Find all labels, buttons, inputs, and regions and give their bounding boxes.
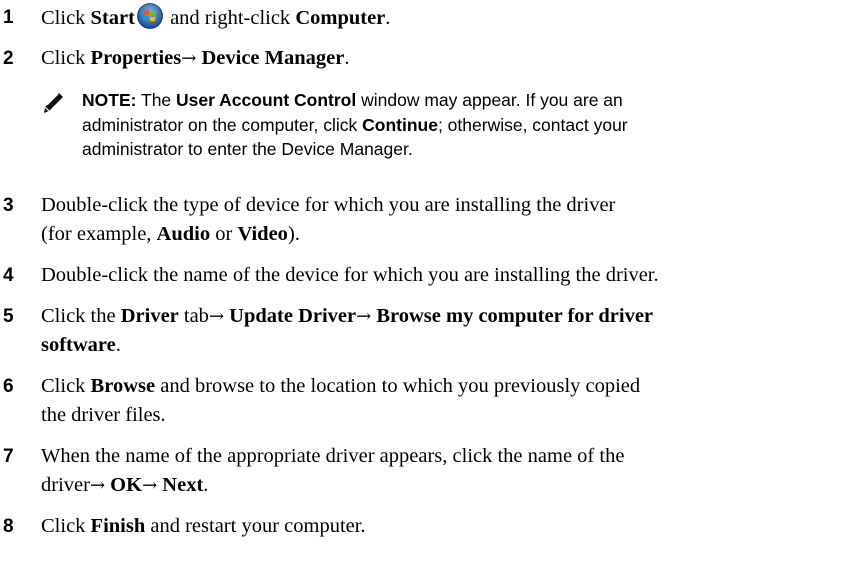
step-text: When the name of the appropriate driver … bbox=[41, 442, 841, 500]
step-text-segment: . bbox=[344, 47, 350, 69]
step-text-segment: . bbox=[203, 474, 209, 496]
note-text: NOTE: The User Account Control window ma… bbox=[82, 88, 822, 162]
step-number: 2 bbox=[3, 48, 14, 69]
step-text-segment: → bbox=[181, 48, 197, 69]
step-text-segment: Browse my computer for driver bbox=[376, 305, 654, 327]
step-text-segment: When the name of the appropriate driver … bbox=[41, 445, 625, 467]
step-text-segment: tab bbox=[178, 305, 209, 327]
windows-start-icon[interactable] bbox=[137, 3, 163, 29]
step-text-segment: → bbox=[356, 306, 372, 327]
step-text-segment: the driver files. bbox=[41, 404, 166, 426]
note-text-segment: NOTE: bbox=[82, 90, 137, 110]
step-text-segment: ). bbox=[287, 223, 300, 245]
step-text-segment: and right-click bbox=[164, 7, 296, 29]
step-text-segment: Properties bbox=[90, 47, 182, 69]
step-text-segment: Update Driver bbox=[229, 305, 357, 327]
step-text-segment: and browse to the location to which you … bbox=[155, 375, 641, 397]
step-number: 1 bbox=[3, 7, 14, 28]
note-text-segment: The bbox=[136, 90, 177, 110]
step-text-segment: → bbox=[208, 306, 225, 327]
step-text-segment: (for example, bbox=[41, 223, 157, 245]
step-text-segment: Click the bbox=[41, 305, 121, 327]
step-text-segment: OK bbox=[110, 474, 143, 496]
step-text-segment: Click bbox=[41, 375, 91, 397]
step-text-segment: Double-click the name of the device for … bbox=[41, 264, 659, 286]
step-text-segment: Computer bbox=[295, 7, 386, 29]
step-text: Click Start and right-click Computer. bbox=[41, 3, 841, 33]
step-text-segment: and restart your computer. bbox=[145, 515, 366, 537]
step-text-segment: Click bbox=[41, 7, 91, 29]
note-text-segment: window may appear. If you are an bbox=[356, 90, 623, 110]
step-text-segment: Click bbox=[41, 47, 91, 69]
step-text-segment: Next bbox=[162, 474, 204, 496]
step-text: Click the Driver tab→ Update Driver→ Bro… bbox=[41, 302, 841, 360]
instructions-document: 1 Click Start and right-click Computer. … bbox=[0, 0, 846, 566]
step-number: 7 bbox=[3, 446, 14, 467]
step-number: 3 bbox=[3, 195, 14, 216]
step-text-segment: Device Manager bbox=[201, 47, 345, 69]
note-text-segment: User Account Control bbox=[176, 90, 357, 110]
step-text-segment: Click bbox=[41, 515, 91, 537]
note-text-segment: Continue bbox=[362, 114, 438, 135]
step-text-segment: software bbox=[41, 334, 116, 356]
step-text-segment: Browse bbox=[90, 375, 156, 397]
step-number: 4 bbox=[3, 265, 14, 286]
step-text-segment: Video bbox=[237, 223, 288, 245]
step-text-segment: . bbox=[115, 334, 121, 356]
step-text-segment: . bbox=[385, 7, 391, 29]
step-text-segment: Double-click the type of device for whic… bbox=[41, 194, 616, 216]
step-text-segment: or bbox=[210, 223, 238, 245]
note-text-segment: ; otherwise, contact your bbox=[437, 114, 628, 135]
step-number: 8 bbox=[3, 516, 14, 537]
step-text: Double-click the type of device for whic… bbox=[41, 191, 841, 249]
step-text: Click Finish and restart your computer. bbox=[41, 512, 841, 541]
step-text-segment: → bbox=[89, 475, 106, 496]
step-text-segment: Start bbox=[90, 7, 135, 29]
step-text-segment: Finish bbox=[90, 515, 146, 537]
step-number: 5 bbox=[3, 306, 14, 327]
step-text-segment: driver bbox=[41, 474, 90, 496]
step-text-segment: Driver bbox=[120, 305, 179, 327]
step-text: Double-click the name of the device for … bbox=[41, 261, 841, 290]
step-text-segment: Audio bbox=[156, 223, 211, 245]
step-text: Click Browse and browse to the location … bbox=[41, 372, 841, 430]
step-text-segment: → bbox=[142, 475, 158, 496]
step-number: 6 bbox=[3, 376, 14, 397]
note-text-segment: administrator to enter the Device Manage… bbox=[82, 139, 413, 159]
pencil-note-icon bbox=[44, 93, 63, 113]
note-text-segment: administrator on the computer, click bbox=[82, 114, 363, 135]
step-text: Click Properties→ Device Manager. bbox=[41, 44, 841, 73]
